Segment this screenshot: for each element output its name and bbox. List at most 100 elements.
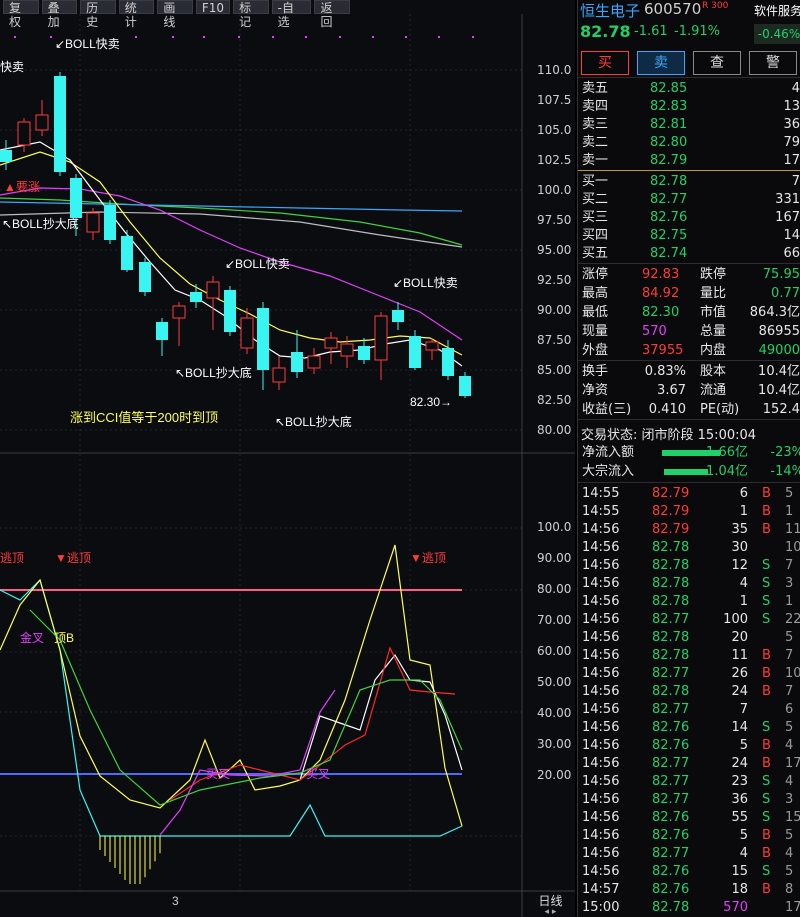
tick-price: 82.77 xyxy=(652,792,690,807)
candle-body xyxy=(121,236,133,270)
tick-side: S xyxy=(762,864,771,879)
tick-volume: 5 xyxy=(739,828,748,843)
tick-count: 15 xyxy=(785,810,800,825)
toolbar-button-1[interactable]: 叠加 xyxy=(41,0,78,29)
period-arrows-icon[interactable]: ◂ ▸ xyxy=(528,907,573,917)
top-b-label: 顶B xyxy=(54,631,74,645)
bid-label: 买一 xyxy=(582,174,609,189)
tick-side: B xyxy=(762,504,771,519)
toolbar-button-8[interactable]: 返回 xyxy=(314,0,351,29)
tick-side: B xyxy=(762,522,771,537)
price-tick-label: 82.50 xyxy=(537,393,571,407)
tick-row: 14:56 82.77 23 S 4 xyxy=(578,773,800,791)
tick-time: 14:56 xyxy=(582,828,620,843)
chart-area[interactable]: 110.0 107.5 105.0 102.5 100.0 97.50 95.00 92.50… xyxy=(0,0,575,917)
tick-count: 173 xyxy=(785,900,800,915)
fund-value: 3.67 xyxy=(657,383,686,398)
tick-price: 82.78 xyxy=(652,558,690,573)
tick-count: 17 xyxy=(785,756,800,771)
bid-row: 买三 82.76 167 xyxy=(578,209,800,227)
fund-row: 收益(三) 0.410 PE(动) 152.4 xyxy=(578,401,800,419)
tick-price: 82.78 xyxy=(652,648,690,663)
sell-button[interactable]: 卖 xyxy=(637,51,685,75)
alert-button[interactable]: 警 xyxy=(749,51,797,75)
tick-volume: 11 xyxy=(731,648,748,663)
ask-price: 82.79 xyxy=(650,153,688,168)
tick-count: 8 xyxy=(785,882,794,897)
toolbar-button-6[interactable]: 标记 xyxy=(233,0,269,29)
tick-volume: 18 xyxy=(731,882,748,897)
ask-volume: 17 xyxy=(783,153,800,168)
tick-price: 82.76 xyxy=(652,828,690,843)
bid-label: 买五 xyxy=(582,246,609,261)
tick-time: 14:56 xyxy=(582,738,620,753)
osc-tick-label: 60.00 xyxy=(537,644,571,658)
quote-key: 内盘 xyxy=(700,343,727,358)
escape-label-mid: ▼逃顶 xyxy=(55,551,91,565)
ask-row: 卖三 82.81 36 xyxy=(578,116,800,134)
buy-button[interactable]: 买 xyxy=(581,51,629,75)
fund-key: 流通 xyxy=(700,383,727,398)
quote-row: 最低 82.30 市值 864.3亿 xyxy=(578,304,800,322)
tick-time: 14:56 xyxy=(582,558,620,573)
stock-name[interactable]: 恒生电子 xyxy=(580,0,640,21)
tick-side: S xyxy=(762,576,771,591)
tick-side: B xyxy=(762,486,771,501)
tick-side: B xyxy=(762,846,771,861)
tick-side: S xyxy=(762,558,771,573)
tick-side: S xyxy=(762,612,771,627)
sector-title[interactable]: 软件服务 xyxy=(754,2,800,19)
toolbar-button-3[interactable]: 统计 xyxy=(118,0,155,29)
toolbar-button-2[interactable]: 历史 xyxy=(80,0,116,29)
toolbar-button-5[interactable]: F10 xyxy=(195,0,231,15)
cci-note: 涨到CCI值等于200时到顶 xyxy=(70,410,218,425)
tick-volume: 4 xyxy=(739,846,748,861)
toolbar-button-7[interactable]: -自选 xyxy=(271,0,312,29)
tick-price: 82.78 xyxy=(652,576,690,591)
tick-volume: 12 xyxy=(731,558,748,573)
candle-body xyxy=(425,341,439,351)
candle-body xyxy=(172,305,186,319)
price-change-pct: -1.91% xyxy=(674,24,720,39)
ask-volume: 36 xyxy=(783,117,800,132)
osc-cyan-line xyxy=(0,578,463,837)
bid-volume: 7 xyxy=(791,174,800,189)
stock-code: 600570 xyxy=(644,0,702,18)
tick-count: 1 xyxy=(785,594,794,609)
tick-price: 82.76 xyxy=(652,810,690,825)
bid-volume: 14 xyxy=(783,228,800,243)
price-tick-label: 85.00 xyxy=(537,363,571,377)
candles xyxy=(0,72,471,398)
tick-row: 14:56 82.78 24 B 7 xyxy=(578,683,800,701)
query-button[interactable]: 查 xyxy=(693,51,741,75)
ask-label: 卖四 xyxy=(582,99,609,114)
tick-count: 4 xyxy=(785,846,794,861)
quote-key: 涨停 xyxy=(582,267,609,282)
tick-price: 82.76 xyxy=(652,864,690,879)
kline-chart[interactable]: 110.0 107.5 105.0 102.5 100.0 97.50 95.00 92.50… xyxy=(0,0,575,917)
tick-row: 14:56 82.77 4 B 4 xyxy=(578,845,800,863)
ask-price: 82.81 xyxy=(650,117,688,132)
tick-time: 14:55 xyxy=(582,486,620,501)
bid-row: 买二 82.77 331 xyxy=(578,191,800,209)
candle-body xyxy=(206,281,220,299)
flow-label: 净流入额 xyxy=(582,445,635,460)
tick-row: 15:00 82.78 570 173 xyxy=(578,899,800,917)
toolbar-button-0[interactable]: 复权 xyxy=(3,0,39,29)
candle-body xyxy=(156,322,168,340)
tick-time: 14:56 xyxy=(582,756,620,771)
tick-count: 5 xyxy=(785,828,794,843)
tick-price: 82.79 xyxy=(652,486,690,501)
ask-label: 卖五 xyxy=(582,81,609,96)
tick-volume: 14 xyxy=(731,720,748,735)
tick-time: 14:56 xyxy=(582,846,620,861)
candle-body xyxy=(324,337,338,349)
toolbar-button-4[interactable]: 画线 xyxy=(157,0,193,29)
tick-price: 82.78 xyxy=(652,540,690,555)
tick-volume: 55 xyxy=(731,810,748,825)
ask-volume: 4 xyxy=(791,81,800,96)
candle-body xyxy=(240,317,254,349)
candle-body xyxy=(190,292,202,302)
quote-value: 75.95 xyxy=(762,267,800,282)
candle-body xyxy=(358,346,370,360)
